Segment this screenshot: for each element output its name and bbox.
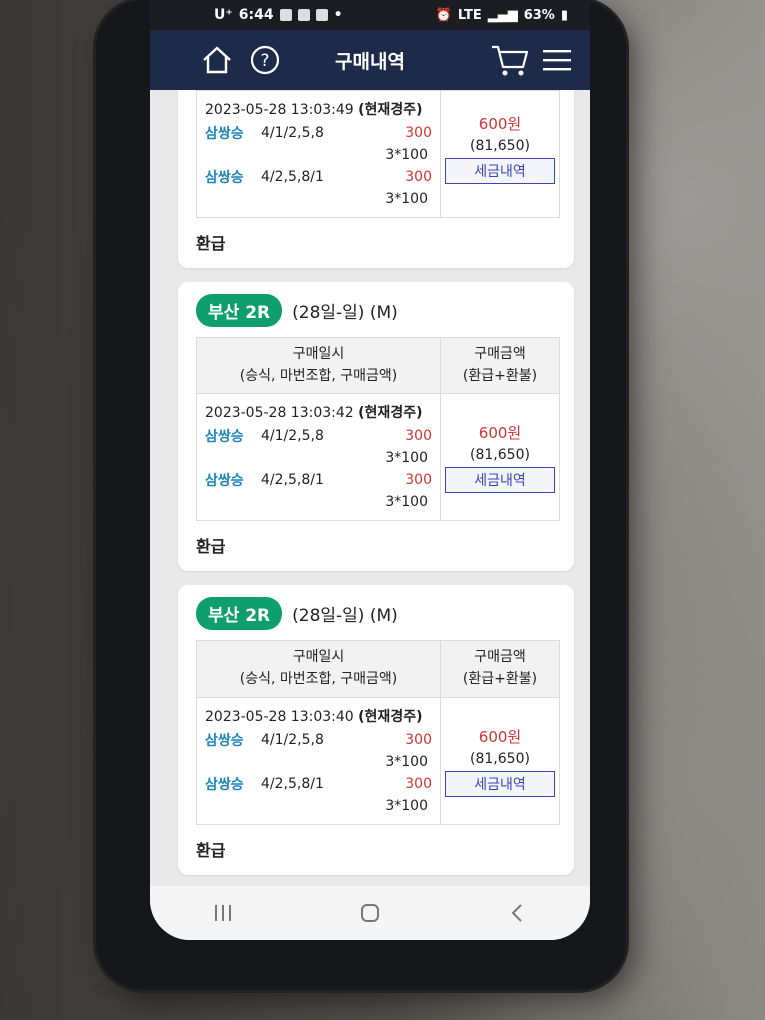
cart-icon[interactable]: [488, 41, 532, 79]
bet-row: 삼쌍승 4/2,5,8/1 300: [205, 167, 432, 187]
home-button-icon[interactable]: [340, 893, 400, 933]
carrier-label: U⁺: [214, 7, 233, 23]
bet-record: 2023-05-28 13:03:40 (현재경주) 삼쌍승 4/1/2,5,8…: [196, 696, 441, 825]
race-badge: 부산 2R: [196, 597, 283, 631]
battery-percent: 63%: [523, 7, 555, 23]
bet-record: 2023-05-28 13:03:42 (현재경주) 삼쌍승 4/1/2,5,8…: [196, 393, 441, 522]
bet-amount: 300: [405, 125, 432, 141]
purchase-table: 구매일시 (승식, 마번조합, 구매금액) 구매금액 (환급+환불) 2023-…: [196, 640, 560, 825]
status-right: ⏰ LTE ▂▄▆ 63% ▮: [436, 8, 568, 23]
column-header-amount: 구매금액 (환급+환불): [440, 336, 560, 395]
bet-row: 삼쌍승 4/2,5,8/1 300: [205, 470, 432, 490]
tax-history-button[interactable]: 세금내역: [445, 770, 555, 797]
column-header-amount: 구매금액 (환급+환불): [440, 640, 560, 698]
amount-cell: 600원 (81,650) 세금내역: [440, 393, 560, 522]
purchase-price: 600원: [478, 727, 522, 746]
tax-history-button[interactable]: 세금내역: [445, 467, 555, 494]
signal-icon: ▂▄▆: [487, 7, 518, 23]
bet-amount: 300: [405, 472, 432, 489]
horse-combination: 4/2,5,8/1: [261, 169, 324, 185]
recent-apps-icon[interactable]: [193, 893, 253, 933]
horse-combination: 4/1/2,5,8: [261, 428, 324, 445]
refund-label: 환급: [196, 840, 226, 860]
column-header-purchase: 구매일시 (승식, 마번조합, 구매금액): [196, 336, 441, 395]
race-badge: 부산 2R: [196, 294, 283, 327]
horse-combination: 4/1/2,5,8: [261, 731, 324, 748]
purchase-card: 2023-05-28 13:03:49 (현재경주) 삼쌍승 4/1/2,5,8…: [178, 90, 574, 268]
bet-multiplier: 3*100: [385, 494, 428, 511]
refund-amount: (81,650): [470, 447, 530, 464]
home-icon[interactable]: [198, 41, 236, 79]
purchase-table: 2023-05-28 13:03:49 (현재경주) 삼쌍승 4/1/2,5,8…: [196, 90, 560, 218]
bet-multiplier: 3*100: [385, 797, 428, 814]
bet-multiplier: 3*100: [385, 450, 428, 467]
network-label: LTE: [457, 7, 482, 23]
purchase-card: 부산 2R (28일-일) (M) 구매일시 (승식, 마번조합, 구매금액) …: [178, 585, 574, 875]
race-date: (28일-일) (M): [292, 303, 398, 323]
bet-type: 삼쌍승: [205, 776, 244, 793]
column-header-purchase: 구매일시 (승식, 마번조합, 구매금액): [196, 640, 441, 698]
race-header: 부산 2R (28일-일) (M): [196, 294, 560, 327]
refund-amount: (81,650): [470, 138, 530, 154]
status-left: U⁺ 6:44 •: [214, 7, 343, 23]
bet-type: 삼쌍승: [205, 126, 244, 142]
bet-row: 삼쌍승 4/1/2,5,8 300: [205, 426, 432, 446]
horse-combination: 4/2,5,8/1: [261, 775, 324, 792]
purchase-card: 부산 2R (28일-일) (M) 구매일시 (승식, 마번조합, 구매금액) …: [178, 282, 574, 572]
alarm-icon: ⏰: [435, 7, 452, 23]
bet-amount: 300: [405, 428, 432, 445]
bet-amount: 300: [405, 731, 432, 748]
purchase-timestamp: 2023-05-28 13:03:42 (현재경주): [205, 405, 423, 422]
tax-history-button[interactable]: 세금내역: [445, 158, 555, 184]
bet-record: 2023-05-28 13:03:49 (현재경주) 삼쌍승 4/1/2,5,8…: [196, 90, 441, 218]
horse-combination: 4/2,5,8/1: [261, 472, 324, 489]
refund-label: 환급: [196, 234, 226, 253]
bet-type: 삼쌍승: [205, 732, 244, 749]
purchase-price: 600원: [478, 115, 522, 133]
refund-label: 환급: [196, 537, 226, 557]
amount-cell: 600원 (81,650) 세금내역: [440, 696, 560, 825]
notification-icon: [315, 9, 328, 21]
race-date: (28일-일) (M): [292, 606, 398, 627]
race-header: 부산 2R (28일-일) (M): [196, 597, 560, 631]
hamburger-menu-icon[interactable]: [538, 41, 576, 79]
system-navigation-bar: [150, 886, 590, 940]
bet-row: 삼쌍승 4/1/2,5,8 300: [205, 123, 432, 143]
clock: 6:44: [238, 7, 274, 23]
bet-multiplier: 3*100: [385, 147, 428, 163]
purchase-history-list[interactable]: 2023-05-28 13:03:49 (현재경주) 삼쌍승 4/1/2,5,8…: [150, 90, 590, 886]
horse-combination: 4/1/2,5,8: [261, 125, 324, 141]
phone-screen: U⁺ 6:44 • ⏰ LTE ▂▄▆ 63% ▮ 구매내역 ? 2023-05…: [150, 0, 590, 940]
amount-cell: 600원 (81,650) 세금내역: [440, 90, 560, 218]
bet-amount: 300: [405, 775, 432, 792]
purchase-timestamp: 2023-05-28 13:03:49 (현재경주): [205, 102, 423, 118]
app-header: 구매내역 ?: [150, 30, 590, 90]
bet-type: 삼쌍승: [205, 473, 244, 490]
bet-amount: 300: [405, 169, 432, 185]
svg-text:?: ?: [260, 51, 269, 71]
bet-multiplier: 3*100: [385, 191, 428, 207]
purchase-price: 600원: [478, 424, 522, 443]
more-notifications-dot: •: [333, 7, 343, 23]
help-icon[interactable]: ?: [246, 41, 284, 79]
notification-icon: [297, 9, 310, 21]
bet-row: 삼쌍승 4/1/2,5,8 300: [205, 730, 432, 750]
purchase-table: 구매일시 (승식, 마번조합, 구매금액) 구매금액 (환급+환불) 2023-…: [196, 336, 560, 522]
bet-type: 삼쌍승: [205, 170, 244, 186]
status-bar: U⁺ 6:44 • ⏰ LTE ▂▄▆ 63% ▮: [150, 0, 590, 30]
back-icon[interactable]: [487, 893, 547, 933]
purchase-timestamp: 2023-05-28 13:03:40 (현재경주): [205, 708, 423, 725]
bet-type: 삼쌍승: [205, 429, 244, 446]
bet-multiplier: 3*100: [385, 753, 428, 770]
notification-icon: [279, 9, 292, 21]
refund-amount: (81,650): [470, 750, 530, 767]
bet-row: 삼쌍승 4/2,5,8/1 300: [205, 774, 432, 794]
battery-icon: ▮: [560, 7, 568, 23]
